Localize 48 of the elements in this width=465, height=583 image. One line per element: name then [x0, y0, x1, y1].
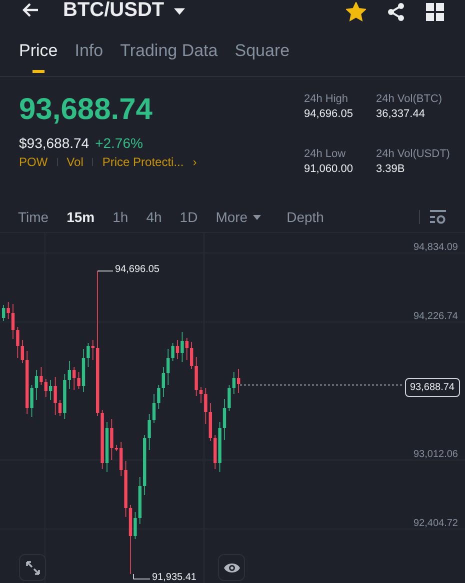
interval-tab[interactable]: 1D: [170, 209, 207, 225]
expand-icon: [24, 560, 40, 576]
interval-tab[interactable]: 15m: [58, 209, 104, 225]
stat-label: 24h Vol(BTC): [376, 93, 444, 105]
tab[interactable]: Trading Data: [120, 41, 218, 73]
stat-value: 36,337.44: [376, 108, 426, 120]
interval-tab[interactable]: Depth: [278, 209, 333, 225]
low-leader-line: [133, 574, 150, 580]
indicator-settings-icon[interactable]: [430, 210, 446, 224]
stat-value: 91,060.00: [304, 163, 354, 175]
pair-title[interactable]: BTC/USDT: [63, 0, 164, 22]
price-change: +2.76%: [95, 135, 143, 151]
interval-tab[interactable]: 4h: [137, 209, 171, 225]
stat-value: 3.39B: [376, 163, 406, 175]
usd-price: $93,688.74: [19, 135, 90, 151]
last-price: 93,688.74: [19, 93, 154, 127]
tab[interactable]: Square: [234, 41, 290, 73]
stat-value: 94,696.05: [304, 108, 354, 120]
star-icon[interactable]: [346, 2, 366, 22]
fullscreen-button[interactable]: [19, 554, 46, 581]
high-price-label: 94,696.05: [115, 264, 160, 275]
back-arrow-icon[interactable]: [21, 0, 41, 20]
tag-link[interactable]: Price Protecti...: [102, 155, 184, 169]
interval-tab[interactable]: Time: [9, 209, 58, 225]
eye-icon: [222, 562, 240, 574]
price-axis-label: 94,226.74: [414, 311, 458, 322]
share-icon[interactable]: [386, 2, 406, 22]
candle: [237, 368, 240, 394]
interval-tab[interactable]: More: [206, 209, 270, 225]
price-axis-label: 94,834.09: [414, 242, 458, 253]
low-price-label: 91,935.41: [152, 572, 196, 583]
stat-label: 24h Vol(USDT): [376, 148, 451, 160]
caret-icon[interactable]: [174, 8, 186, 15]
stat-label: 24h High: [304, 93, 350, 105]
price-axis-label: 93,012.06: [414, 449, 458, 460]
chevron-link[interactable]: ›: [192, 155, 197, 169]
tab[interactable]: Info: [74, 41, 104, 73]
eye-button[interactable]: [218, 554, 245, 581]
tab[interactable]: Price: [19, 41, 58, 73]
grid-icon[interactable]: [426, 2, 444, 20]
tag-link[interactable]: Vol: [66, 155, 84, 169]
interval-tab[interactable]: 1h: [104, 209, 138, 225]
current-price-badge: 93,688.74: [405, 378, 460, 397]
high-leader-line: [97, 270, 114, 272]
tag-link[interactable]: POW: [19, 155, 48, 169]
caret-icon: [252, 214, 261, 220]
stat-label: 24h Low: [304, 148, 347, 160]
price-axis-label: 92,404.72: [414, 518, 458, 529]
